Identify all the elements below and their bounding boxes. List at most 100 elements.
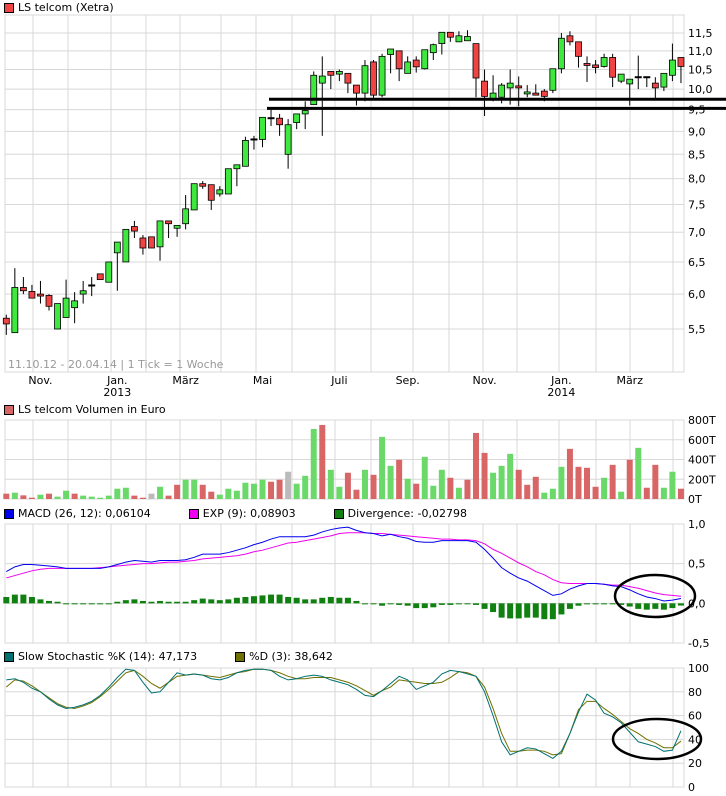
volume-bar (122, 487, 129, 499)
volume-bar (379, 436, 386, 499)
price-ytick-label: 8,5 (688, 148, 706, 161)
candle-body (660, 72, 668, 88)
volume-bar (157, 486, 164, 499)
divergence-legend-label: Divergence: -0,02798 (347, 507, 467, 520)
divergence-bar (447, 603, 454, 605)
price-ytick-label: 6,0 (688, 288, 706, 301)
candle-body (79, 290, 87, 295)
signal-legend-swatch (188, 508, 199, 519)
candle (421, 49, 429, 70)
candle-body (335, 71, 343, 75)
divergence-bar (592, 603, 599, 605)
divergence-bar (566, 603, 573, 609)
divergence-bar (677, 603, 684, 606)
candle-body (566, 35, 574, 43)
volume-bar (660, 487, 667, 499)
candle-body (438, 31, 446, 45)
volume-bar (199, 484, 206, 499)
divergence-bar (438, 603, 445, 605)
volume-bar (63, 490, 70, 499)
candle-body (96, 273, 104, 281)
divergence-bar (208, 599, 215, 604)
volume-bar (285, 471, 292, 499)
candle-body (28, 291, 36, 299)
divergence-bar (361, 603, 368, 605)
divergence-bar (63, 603, 70, 605)
volume-ytick-label: 400T (688, 454, 716, 467)
stoch-ytick-label: 0 (688, 781, 695, 794)
stoch-k-legend-label: Slow Stochastic %K (14): 47,173 (18, 650, 198, 663)
divergence-bar (259, 595, 266, 604)
candle-body (224, 168, 232, 195)
volume-bar (174, 484, 181, 499)
divergence-bar (71, 603, 78, 605)
stoch-ytick-label: 20 (688, 757, 702, 770)
x-tick-label: Juli (330, 374, 347, 387)
candle-body (481, 80, 488, 97)
volume-bar (455, 487, 462, 499)
volume-bar (250, 483, 257, 499)
volume-bar (293, 483, 300, 499)
candle-body (318, 75, 326, 84)
candle-body (62, 297, 70, 318)
x-tick-label: Nov. (472, 374, 496, 387)
divergence-bar (473, 603, 479, 605)
divergence-bar (455, 603, 462, 605)
candle (370, 60, 377, 99)
candle (549, 68, 557, 94)
candle (122, 228, 130, 263)
divergence-bar (404, 603, 411, 606)
volume-bar (46, 493, 52, 499)
volume-bar (584, 467, 591, 499)
divergence-bar (319, 597, 326, 604)
candle-body (37, 293, 44, 297)
divergence-bar (216, 600, 223, 604)
price-legend-label: LS telcom (Xetra) (18, 1, 114, 14)
volume-bar (131, 495, 138, 499)
candle-body (592, 64, 599, 69)
candle-body (558, 37, 565, 70)
candle-body (421, 49, 429, 70)
candle-body (677, 57, 685, 67)
volume-bar (225, 488, 232, 499)
candle-body (464, 36, 471, 42)
divergence-bar (660, 603, 667, 610)
stoch-ytick-label: 100 (688, 662, 709, 675)
divergence-bar (370, 603, 377, 605)
volume-bar (592, 486, 599, 499)
divergence-bar (549, 603, 556, 620)
price-ytick-label: 8,0 (688, 173, 706, 186)
volume-bar (268, 481, 275, 499)
candle-body (404, 61, 412, 74)
price-ytick-label: 9,0 (688, 125, 706, 138)
volume-bar (20, 495, 27, 499)
candle (224, 168, 232, 195)
volume-bar (677, 488, 684, 499)
volume-ytick-label: 0T (688, 493, 702, 506)
volume-bar (490, 472, 497, 499)
divergence-bar (114, 601, 121, 604)
x-tick-label: Sep. (396, 374, 420, 387)
divergence-bar (421, 603, 428, 609)
volume-bar (139, 497, 146, 499)
volume-bar (669, 471, 676, 499)
candle-body (600, 57, 608, 67)
volume-bar (370, 474, 377, 499)
candle (190, 183, 198, 211)
divergence-bar (148, 601, 155, 604)
divergence-bar (174, 601, 181, 604)
candle-body (387, 48, 395, 55)
divergence-bar (191, 600, 198, 604)
candle-body (165, 220, 172, 225)
divergence-bar (541, 603, 548, 620)
candle-body (515, 85, 523, 89)
divergence-bar (413, 603, 420, 609)
price-frame (4, 14, 685, 373)
candle-body (669, 59, 676, 76)
price-ytick-label: 11,0 (688, 45, 713, 58)
divergence-bar (387, 603, 394, 605)
divergence-bar (609, 603, 616, 605)
divergence-bar (558, 603, 565, 615)
candle-body (71, 300, 79, 309)
candle-body (395, 50, 403, 70)
